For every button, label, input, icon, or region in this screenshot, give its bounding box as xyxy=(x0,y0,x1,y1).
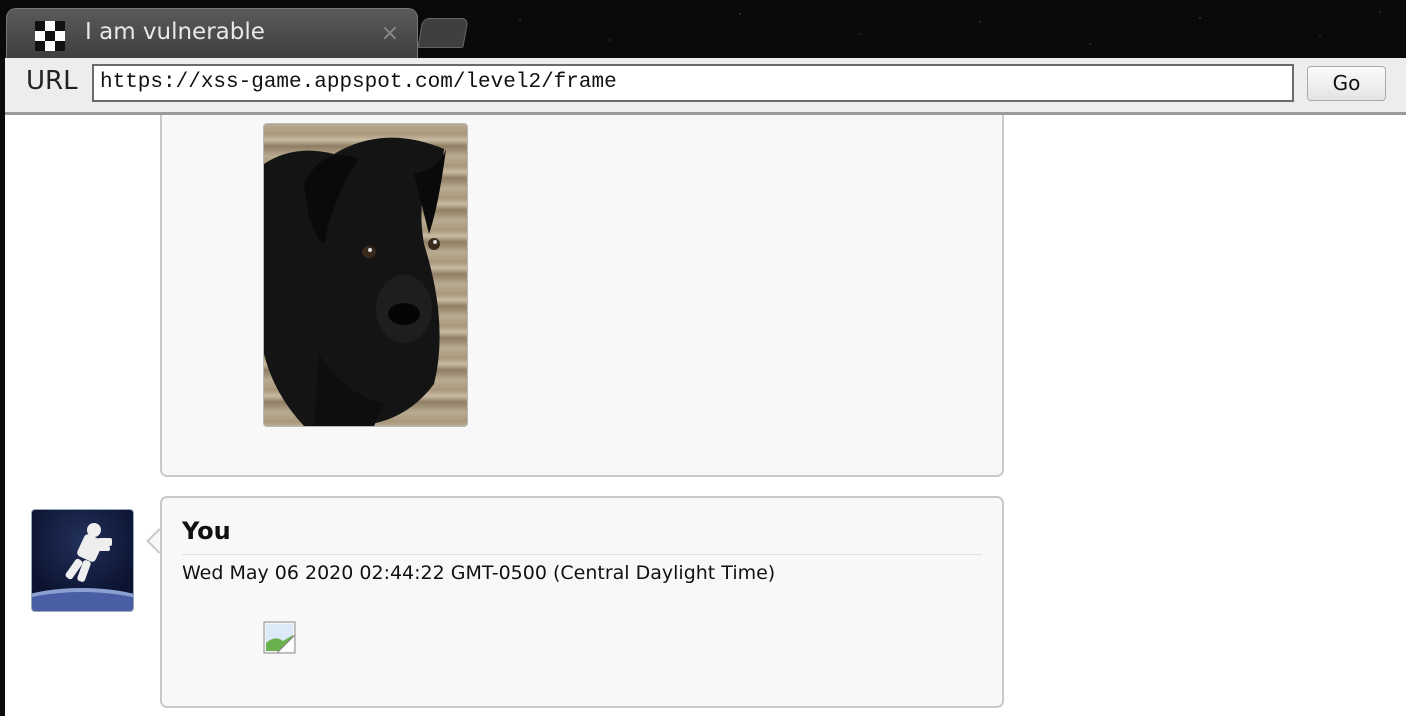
url-input[interactable]: https://xss-game.appspot.com/level2/fram… xyxy=(92,64,1294,102)
avatar xyxy=(31,509,134,612)
url-bar: URL https://xss-game.appspot.com/level2/… xyxy=(5,58,1406,115)
tab-title: I am vulnerable xyxy=(85,19,265,45)
post-date: Wed May 06 2020 02:44:22 GMT-0500 (Centr… xyxy=(182,562,776,584)
divider xyxy=(182,554,982,555)
page-content: You Wed May 06 2020 02:44:22 GMT-0500 (C… xyxy=(5,115,1406,716)
url-label: URL xyxy=(26,66,78,96)
broken-image-icon xyxy=(263,621,296,654)
go-button[interactable]: Go xyxy=(1307,66,1386,101)
new-tab-button[interactable] xyxy=(417,18,469,48)
checkered-favicon-icon xyxy=(35,21,65,51)
dog-photo xyxy=(263,123,468,427)
post-author: You xyxy=(182,517,231,545)
close-icon[interactable]: × xyxy=(381,21,399,46)
post xyxy=(160,115,1004,477)
browser-tab[interactable]: I am vulnerable × xyxy=(6,8,418,59)
post: You Wed May 06 2020 02:44:22 GMT-0500 (C… xyxy=(160,496,1004,708)
browser-titlebar: I am vulnerable × xyxy=(0,0,1406,59)
